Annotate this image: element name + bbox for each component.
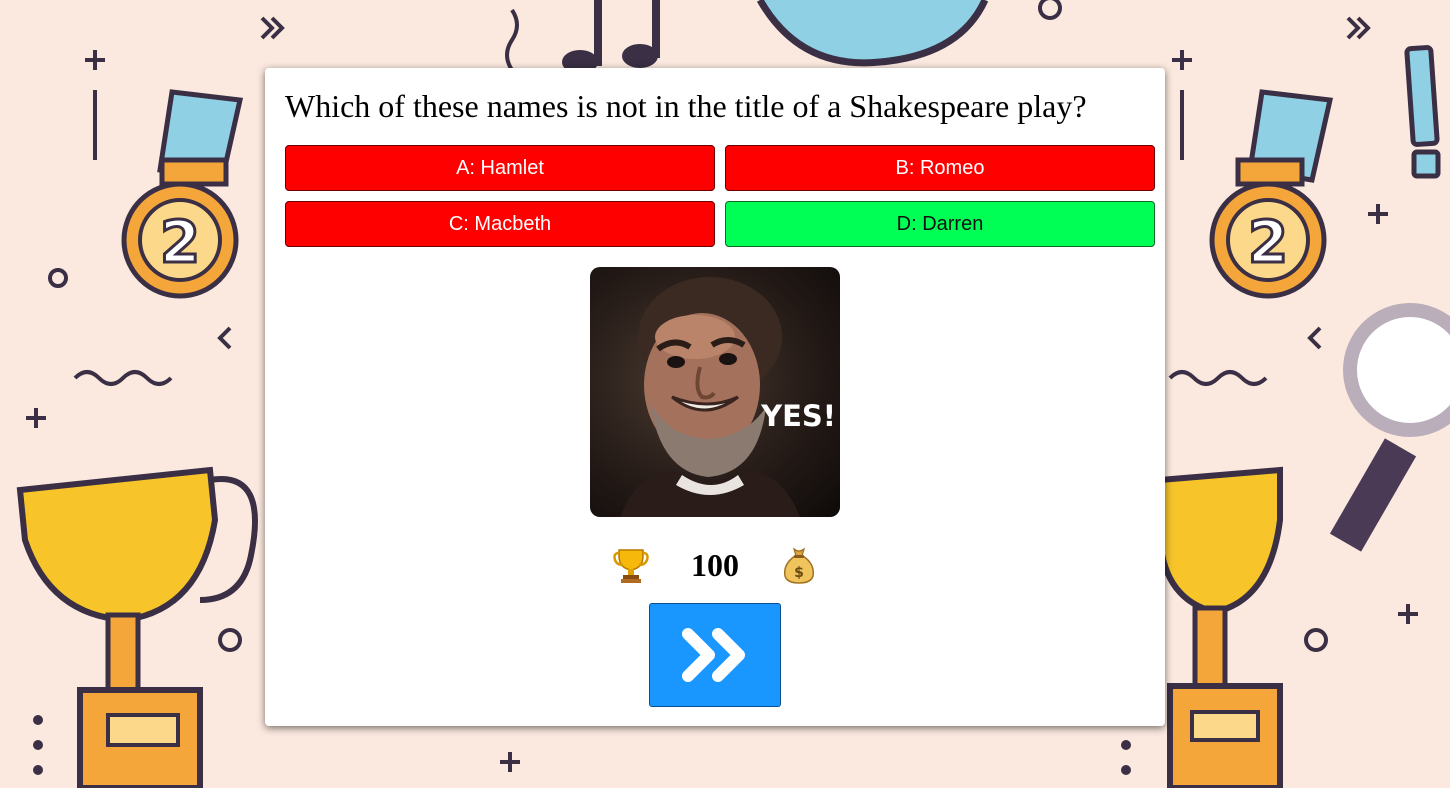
answer-button-d[interactable]: D: Darren: [725, 201, 1155, 247]
trophy-icon: [613, 549, 649, 583]
double-chevron-right-icon: [682, 628, 745, 682]
score-row: 100 $: [265, 543, 1165, 587]
answer-button-b[interactable]: B: Romeo: [725, 145, 1155, 191]
question-text: Which of these names is not in the title…: [285, 88, 1087, 124]
answer-button-c[interactable]: C: Macbeth: [285, 201, 715, 247]
quiz-card: Which of these names is not in the title…: [265, 68, 1165, 726]
next-question-button[interactable]: [649, 603, 781, 707]
svg-text:2: 2: [1248, 208, 1288, 276]
money-bag-icon: $: [783, 547, 815, 584]
answer-grid: A: Hamlet B: Romeo C: Macbeth D: Darren: [285, 145, 1155, 247]
answer-button-a[interactable]: A: Hamlet: [285, 145, 715, 191]
svg-text:2: 2: [160, 208, 200, 276]
gif-caption: YES!: [761, 399, 836, 433]
reaction-gif: YES!: [590, 267, 840, 517]
reaction-gif-image: [620, 277, 800, 517]
score-value: 100: [691, 547, 739, 583]
svg-text:$: $: [794, 565, 804, 581]
